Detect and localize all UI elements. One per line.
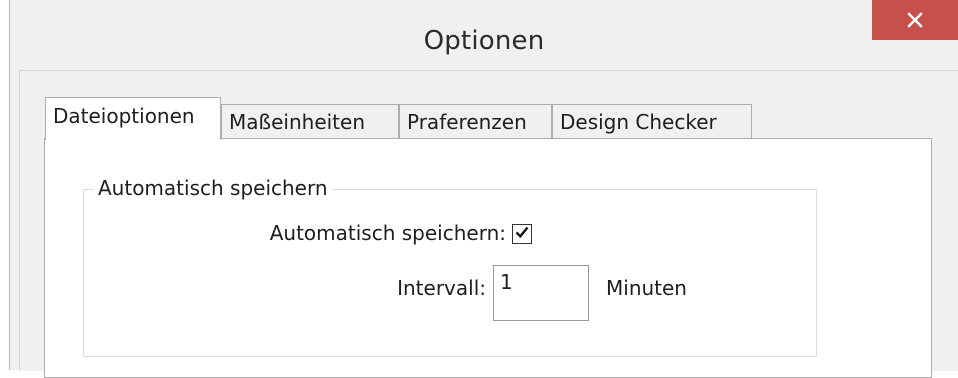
close-icon [907,12,923,28]
checkmark-icon [514,224,530,244]
title-bar: Optionen [10,0,958,68]
interval-unit-label: Minuten [606,276,687,300]
interval-input[interactable]: 1 [493,265,589,321]
tab-panel-dateioptionen: Automatisch speichern Automatisch speich… [44,138,932,378]
tab-design-checker[interactable]: Design Checker [552,104,752,138]
interval-label: Intervall: [397,276,486,300]
tab-dateioptionen[interactable]: Dateioptionen [45,97,221,140]
autosave-checkbox[interactable] [512,224,532,244]
autosave-groupbox: Automatisch speichern Automatisch speich… [83,176,817,357]
autosave-checkbox-label: Automatisch speichern: [269,221,506,245]
tab-masseinheiten[interactable]: Maßeinheiten [221,104,399,138]
autosave-group-title: Automatisch speichern [94,176,332,200]
dialog-title: Optionen [423,26,545,56]
close-button[interactable] [872,0,958,40]
tab-praferenzen[interactable]: Praferenzen [399,104,552,138]
dialog-client-area: Dateioptionen Maßeinheiten Praferenzen D… [19,70,958,378]
options-dialog: Optionen Dateioptionen Maßeinheiten Praf… [9,0,958,378]
